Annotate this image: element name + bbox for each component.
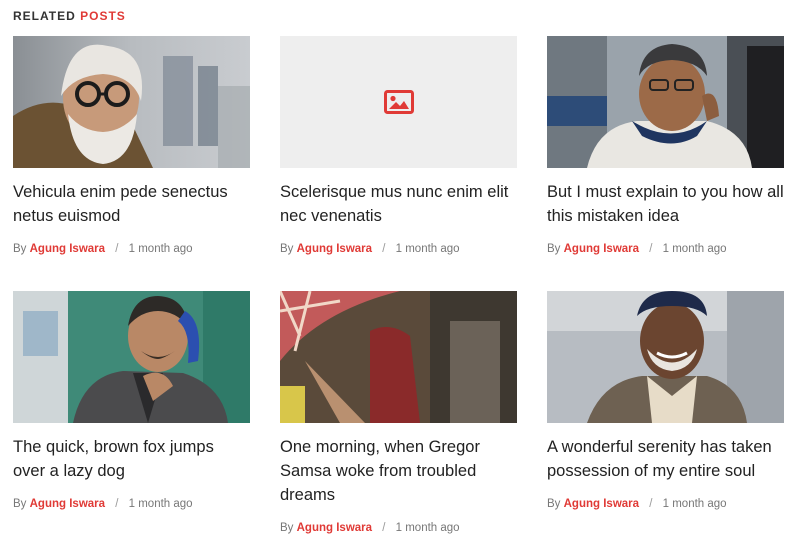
meta-separator: / — [115, 243, 119, 255]
post-title[interactable]: But I must explain to you how all this m… — [547, 180, 784, 228]
author-link[interactable]: Agung Iswara — [297, 522, 372, 534]
post-title[interactable]: Scelerisque mus nunc enim elit nec venen… — [280, 180, 517, 228]
post-thumbnail[interactable] — [547, 291, 784, 423]
post-card: But I must explain to you how all this m… — [547, 36, 784, 291]
post-meta: By Agung Iswara / 1 month ago — [547, 498, 784, 510]
meta-separator: / — [649, 243, 653, 255]
by-label: By — [280, 243, 294, 255]
meta-separator: / — [382, 243, 386, 255]
post-thumbnail[interactable] — [547, 36, 784, 168]
post-thumbnail[interactable] — [13, 291, 250, 423]
author-link[interactable]: Agung Iswara — [564, 498, 639, 510]
post-time: 1 month ago — [128, 498, 193, 510]
umbrella-street-photo — [280, 291, 517, 423]
post-card: A wonderful serenity has taken possessio… — [547, 291, 784, 546]
related-posts-grid: Vehicula enim pede senectus netus euismo… — [13, 36, 789, 546]
post-card: The quick, brown fox jumps over a lazy d… — [13, 291, 250, 546]
bearded-man-photo — [13, 36, 250, 168]
post-time: 1 month ago — [128, 243, 193, 255]
post-time: 1 month ago — [662, 498, 727, 510]
post-time: 1 month ago — [395, 522, 460, 534]
by-label: By — [547, 243, 561, 255]
author-link[interactable]: Agung Iswara — [30, 243, 105, 255]
post-title[interactable]: The quick, brown fox jumps over a lazy d… — [13, 435, 250, 483]
by-label: By — [13, 243, 27, 255]
image-placeholder-icon — [383, 90, 414, 114]
post-card: Scelerisque mus nunc enim elit nec venen… — [280, 36, 517, 291]
man-blue-telephone-photo — [13, 291, 250, 423]
meta-separator: / — [649, 498, 653, 510]
post-thumbnail[interactable] — [280, 291, 517, 423]
meta-separator: / — [382, 522, 386, 534]
post-meta: By Agung Iswara / 1 month ago — [280, 522, 517, 534]
section-title-related: RELATED — [13, 9, 76, 23]
post-time: 1 month ago — [662, 243, 727, 255]
man-on-phone-photo — [547, 36, 784, 168]
post-time: 1 month ago — [395, 243, 460, 255]
post-card: One morning, when Gregor Samsa woke from… — [280, 291, 517, 546]
post-title[interactable]: One morning, when Gregor Samsa woke from… — [280, 435, 517, 507]
post-meta: By Agung Iswara / 1 month ago — [13, 243, 250, 255]
author-link[interactable]: Agung Iswara — [30, 498, 105, 510]
post-meta: By Agung Iswara / 1 month ago — [547, 243, 784, 255]
by-label: By — [547, 498, 561, 510]
by-label: By — [13, 498, 27, 510]
smiling-man-photo — [547, 291, 784, 423]
by-label: By — [280, 522, 294, 534]
section-title-posts: POSTS — [80, 9, 126, 23]
meta-separator: / — [115, 498, 119, 510]
post-meta: By Agung Iswara / 1 month ago — [13, 498, 250, 510]
section-title: RELATED POSTS — [13, 9, 126, 23]
author-link[interactable]: Agung Iswara — [297, 243, 372, 255]
author-link[interactable]: Agung Iswara — [564, 243, 639, 255]
post-meta: By Agung Iswara / 1 month ago — [280, 243, 517, 255]
post-title[interactable]: A wonderful serenity has taken possessio… — [547, 435, 784, 483]
post-thumbnail[interactable] — [13, 36, 250, 168]
post-card: Vehicula enim pede senectus netus euismo… — [13, 36, 250, 291]
post-thumbnail[interactable] — [280, 36, 517, 168]
post-title[interactable]: Vehicula enim pede senectus netus euismo… — [13, 180, 250, 228]
